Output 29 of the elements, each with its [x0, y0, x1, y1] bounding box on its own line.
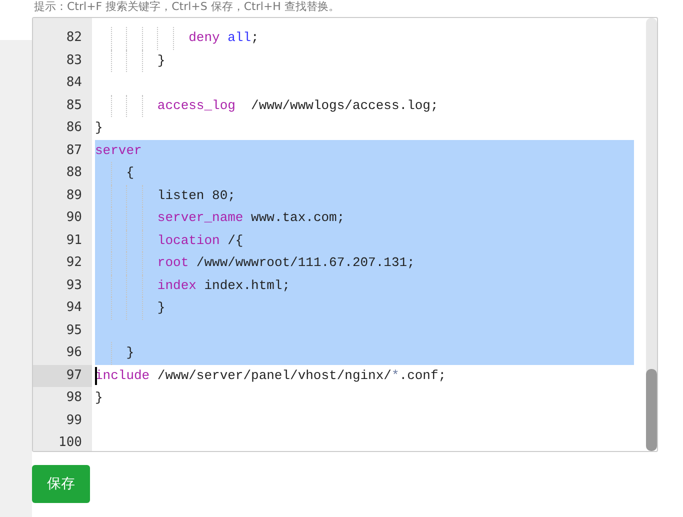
code-line: }: [95, 50, 634, 72]
code-line: }: [95, 119, 104, 137]
line-number: 86: [65, 119, 83, 137]
line-number: 94: [65, 299, 83, 317]
line-number: 95: [65, 322, 83, 340]
line-number: 84: [65, 74, 83, 92]
line-number: 89: [65, 186, 83, 204]
code-line: access_log /www/wwwlogs/access.log;: [95, 94, 634, 117]
save-button[interactable]: 保存: [32, 465, 90, 503]
code-line: deny all;: [95, 27, 634, 50]
line-number: 100: [58, 434, 83, 451]
line-number: 85: [65, 96, 83, 114]
line-number: 92: [65, 254, 83, 272]
code-line: include /www/server/panel/vhost/nginx/*.conf;: [95, 364, 634, 387]
line-number: 82: [65, 29, 83, 47]
line-number: 83: [65, 52, 83, 70]
line-number: 98: [65, 389, 83, 407]
line-number: 96: [65, 344, 83, 362]
line-number: 93: [65, 276, 83, 294]
hint-text: 提示：Ctrl+F 搜索关键字，Ctrl+S 保存，Ctrl+H 查找替换。: [33, 0, 340, 15]
line-number: 90: [65, 209, 83, 227]
line-number: 99: [65, 412, 83, 430]
line-number: 87: [65, 142, 83, 160]
line-number: 97: [33, 364, 92, 387]
line-number: 91: [65, 232, 83, 250]
scrollbar[interactable]: [646, 18, 657, 451]
code-line: }: [95, 389, 104, 407]
line-number: 88: [65, 164, 83, 182]
code-editor[interactable]: [32, 17, 658, 452]
